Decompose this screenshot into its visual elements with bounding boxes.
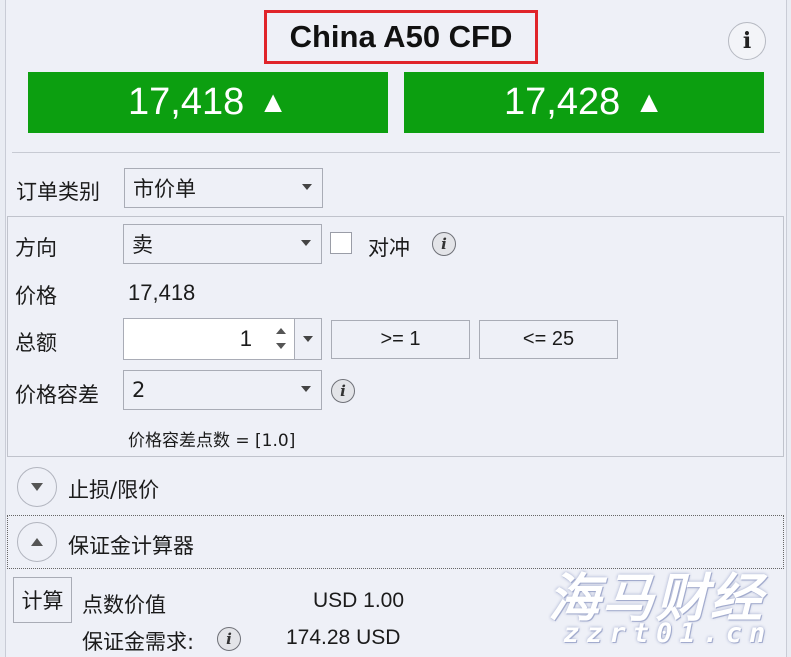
price-value: 17,418 — [128, 280, 196, 305]
hedge-label: 对冲 — [368, 236, 410, 260]
up-arrow-icon: ▲ — [634, 85, 664, 119]
divider — [12, 152, 780, 153]
direction-label: 方向 — [15, 236, 57, 260]
amount-label: 总额 — [15, 331, 57, 355]
amount-dropdown-button[interactable] — [295, 318, 322, 360]
stop-limit-section-title[interactable]: 止损/限价 — [68, 474, 159, 504]
direction-value: 卖 — [132, 233, 153, 257]
tolerance-info-icon[interactable]: i — [331, 379, 355, 403]
margin-requirement-value: 174.28 USD — [286, 626, 401, 649]
up-arrow-icon: ▲ — [258, 85, 288, 119]
tolerance-label: 价格容差 — [15, 383, 99, 407]
expand-stop-limit-button[interactable] — [17, 467, 57, 507]
direction-select[interactable]: 卖 — [123, 224, 322, 264]
watermark-url: zzrt01.cn — [563, 618, 773, 649]
collapse-margin-calc-button[interactable] — [17, 522, 57, 562]
decrement-icon[interactable] — [276, 343, 286, 349]
order-type-value: 市价单 — [133, 177, 196, 201]
max-amount-button[interactable]: <= 25 — [479, 320, 618, 359]
min-amount-button[interactable]: >= 1 — [331, 320, 470, 359]
margin-info-icon[interactable]: i — [217, 627, 241, 651]
buy-price: 17,428 — [504, 81, 621, 123]
pip-value: USD 1.00 — [313, 589, 405, 612]
chevron-down-icon — [301, 240, 311, 246]
chevron-up-icon — [31, 538, 43, 546]
buy-price-button[interactable]: 17,428 ▲ — [404, 72, 764, 133]
sell-price-button[interactable]: 17,418 ▲ — [28, 72, 388, 133]
order-type-label: 订单类别 — [16, 180, 100, 204]
chevron-down-icon — [302, 184, 312, 190]
hedge-checkbox[interactable] — [330, 232, 352, 254]
instrument-title: China A50 CFD — [264, 10, 538, 64]
price-label: 价格 — [15, 284, 57, 308]
pip-value-label: 点数价值 — [82, 593, 166, 617]
amount-stepper[interactable]: 1 — [123, 318, 295, 360]
order-type-select[interactable]: 市价单 — [124, 168, 323, 208]
tolerance-points-text: 价格容差点数 = [1.0] — [128, 431, 296, 451]
chevron-down-icon — [301, 386, 311, 392]
hedge-info-icon[interactable]: i — [432, 232, 456, 256]
margin-calc-section-title[interactable]: 保证金计算器 — [68, 530, 194, 560]
margin-requirement-label: 保证金需求: — [82, 630, 195, 654]
info-button[interactable]: i — [728, 22, 766, 60]
increment-icon[interactable] — [276, 328, 286, 334]
tolerance-select[interactable]: 2 — [123, 370, 322, 410]
chevron-down-icon — [31, 483, 43, 491]
amount-value: 1 — [239, 326, 252, 351]
tolerance-value: 2 — [132, 378, 146, 402]
sell-price: 17,418 — [128, 81, 245, 123]
calculate-button[interactable]: 计算 — [13, 577, 72, 623]
